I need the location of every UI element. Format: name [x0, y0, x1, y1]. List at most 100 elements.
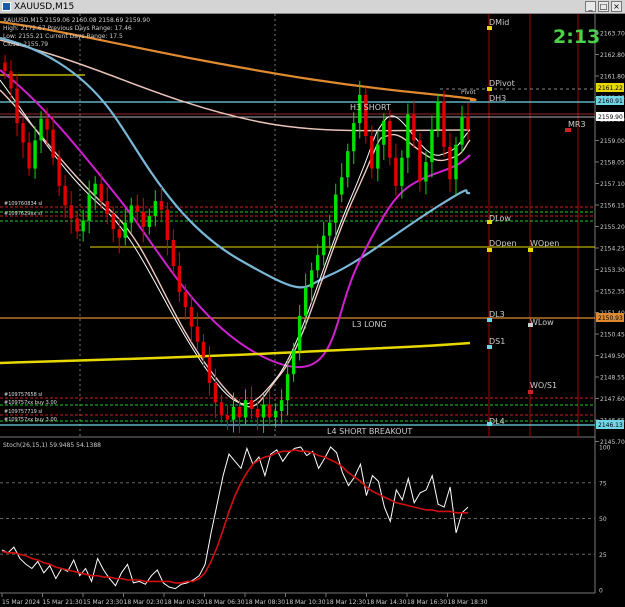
candle-body	[261, 404, 266, 418]
level-label-ds1: DS1	[489, 337, 505, 346]
level-label-pivot: Pivot	[461, 89, 476, 96]
candle-body	[171, 239, 176, 266]
candle-body	[207, 356, 212, 383]
candle-body	[39, 118, 43, 141]
level-marker	[528, 323, 533, 327]
level-marker	[487, 220, 492, 224]
minimize-button[interactable]: _	[585, 1, 596, 12]
time-tick-label: 18 Mar 06:30	[205, 599, 245, 606]
candle-body	[442, 101, 446, 147]
price-tick-label: 2163.70	[600, 31, 625, 38]
candle-body	[297, 315, 302, 351]
level-marker	[528, 390, 533, 394]
info-line: Low: 2155.21 Current Days Range: 17.5	[3, 33, 123, 40]
level-label-wlow: WLow	[530, 318, 554, 327]
candle-body	[225, 415, 230, 420]
price-tick-label: 2157.10	[600, 181, 625, 188]
candle-body	[430, 129, 434, 163]
price-badge-label: 2150.93	[598, 315, 623, 322]
candle-body	[33, 140, 37, 169]
level-label-dlow: DLow	[489, 214, 511, 223]
candle-body	[153, 201, 158, 217]
candle-body	[412, 114, 416, 141]
price-tick-label: 2150.45	[600, 332, 625, 339]
level-marker	[565, 128, 571, 132]
candle-body	[364, 94, 368, 137]
level-marker	[487, 345, 492, 349]
candle-body	[81, 220, 85, 232]
level-label-wos1: WO/S1	[530, 381, 557, 390]
level-label-dopen: DOpen	[489, 239, 517, 248]
level-label-l3-long: L3 LONG	[352, 320, 387, 329]
price-badge-label: 2146.13	[598, 422, 623, 429]
candle-body	[255, 408, 260, 418]
candle-body	[424, 162, 428, 182]
window-titlebar: XAUUSD,M15 _ □ ×	[0, 0, 625, 14]
time-tick-label: 18 Mar 02:30	[124, 599, 164, 606]
price-badge-label: 2160.91	[598, 98, 623, 105]
candle-body	[448, 146, 452, 180]
candle-body	[237, 406, 242, 418]
time-tick-label: 18 Mar 16:30	[407, 599, 447, 606]
info-line: High: 2172.67 Previous Days Range: 17.46	[3, 25, 132, 32]
level-label-h3-short: H3 SHORT	[350, 103, 391, 112]
level-label-dpivot: DPivot	[489, 79, 515, 88]
candle-body	[99, 183, 103, 202]
price-tick-label: 2149.50	[600, 353, 625, 360]
price-tick-label: 2153.30	[600, 267, 625, 274]
candle-body	[273, 411, 278, 418]
candle-body	[129, 205, 133, 223]
order-label: #109760834 sl	[4, 201, 42, 207]
order-label: #109757719 sl	[4, 409, 42, 415]
candle-body	[340, 177, 344, 195]
level-label-dl3: DL3	[489, 310, 505, 319]
candle-body	[27, 142, 31, 169]
time-tick-label: 15 Mar 2024	[2, 599, 40, 606]
price-badge-label: 2159.90	[598, 114, 623, 121]
candle-body	[418, 140, 422, 182]
maximize-button[interactable]: □	[598, 1, 609, 12]
level-marker	[487, 248, 492, 252]
candle-body	[105, 201, 109, 215]
candle-body	[370, 136, 374, 169]
time-tick-label: 15 Mar 23:30	[83, 599, 123, 606]
candle-body	[285, 374, 290, 401]
candle-body	[57, 157, 61, 186]
candle-body	[400, 157, 404, 186]
candle-body	[406, 114, 410, 158]
oscillator-tick-label: 0	[599, 588, 603, 595]
candle-body	[394, 157, 398, 186]
candle-body	[123, 222, 127, 238]
candle-body	[328, 222, 332, 236]
candle-body	[21, 123, 25, 143]
candle-timer: 2:13	[553, 26, 600, 48]
candle-body	[45, 118, 49, 130]
price-chart[interactable]: XAUUSD,M15 2159.06 2160.08 2158.69 2159.…	[0, 14, 625, 607]
candle-body	[189, 307, 194, 327]
candle-body	[352, 123, 356, 152]
candle-body	[249, 400, 254, 409]
level-label-l4-short-breakout: L4 SHORT BREAKOUT	[327, 427, 412, 436]
time-tick-label: 18 Mar 04:30	[164, 599, 204, 606]
candle-body	[93, 183, 97, 195]
price-tick-label: 2158.05	[600, 160, 625, 167]
candle-body	[388, 120, 392, 158]
candle-body	[63, 185, 67, 206]
candle-body	[279, 400, 284, 412]
level-marker	[487, 26, 492, 30]
close-button[interactable]: ×	[611, 1, 622, 12]
candle-body	[454, 144, 458, 180]
level-label-wopen: WOpen	[530, 239, 559, 248]
candle-body	[135, 205, 139, 212]
info-line: Close: 2155.79	[3, 41, 48, 48]
oscillator-tick-label: 25	[599, 552, 607, 559]
order-label: #1097629xx sl	[4, 211, 42, 217]
candle-body	[231, 406, 236, 420]
price-tick-label: 2159.00	[600, 138, 625, 145]
candle-body	[201, 341, 206, 357]
candle-body	[219, 402, 224, 416]
price-badge-label: 2161.22	[598, 85, 623, 92]
candle-body	[165, 209, 170, 240]
candle-body	[15, 88, 19, 124]
level-marker	[487, 422, 492, 426]
